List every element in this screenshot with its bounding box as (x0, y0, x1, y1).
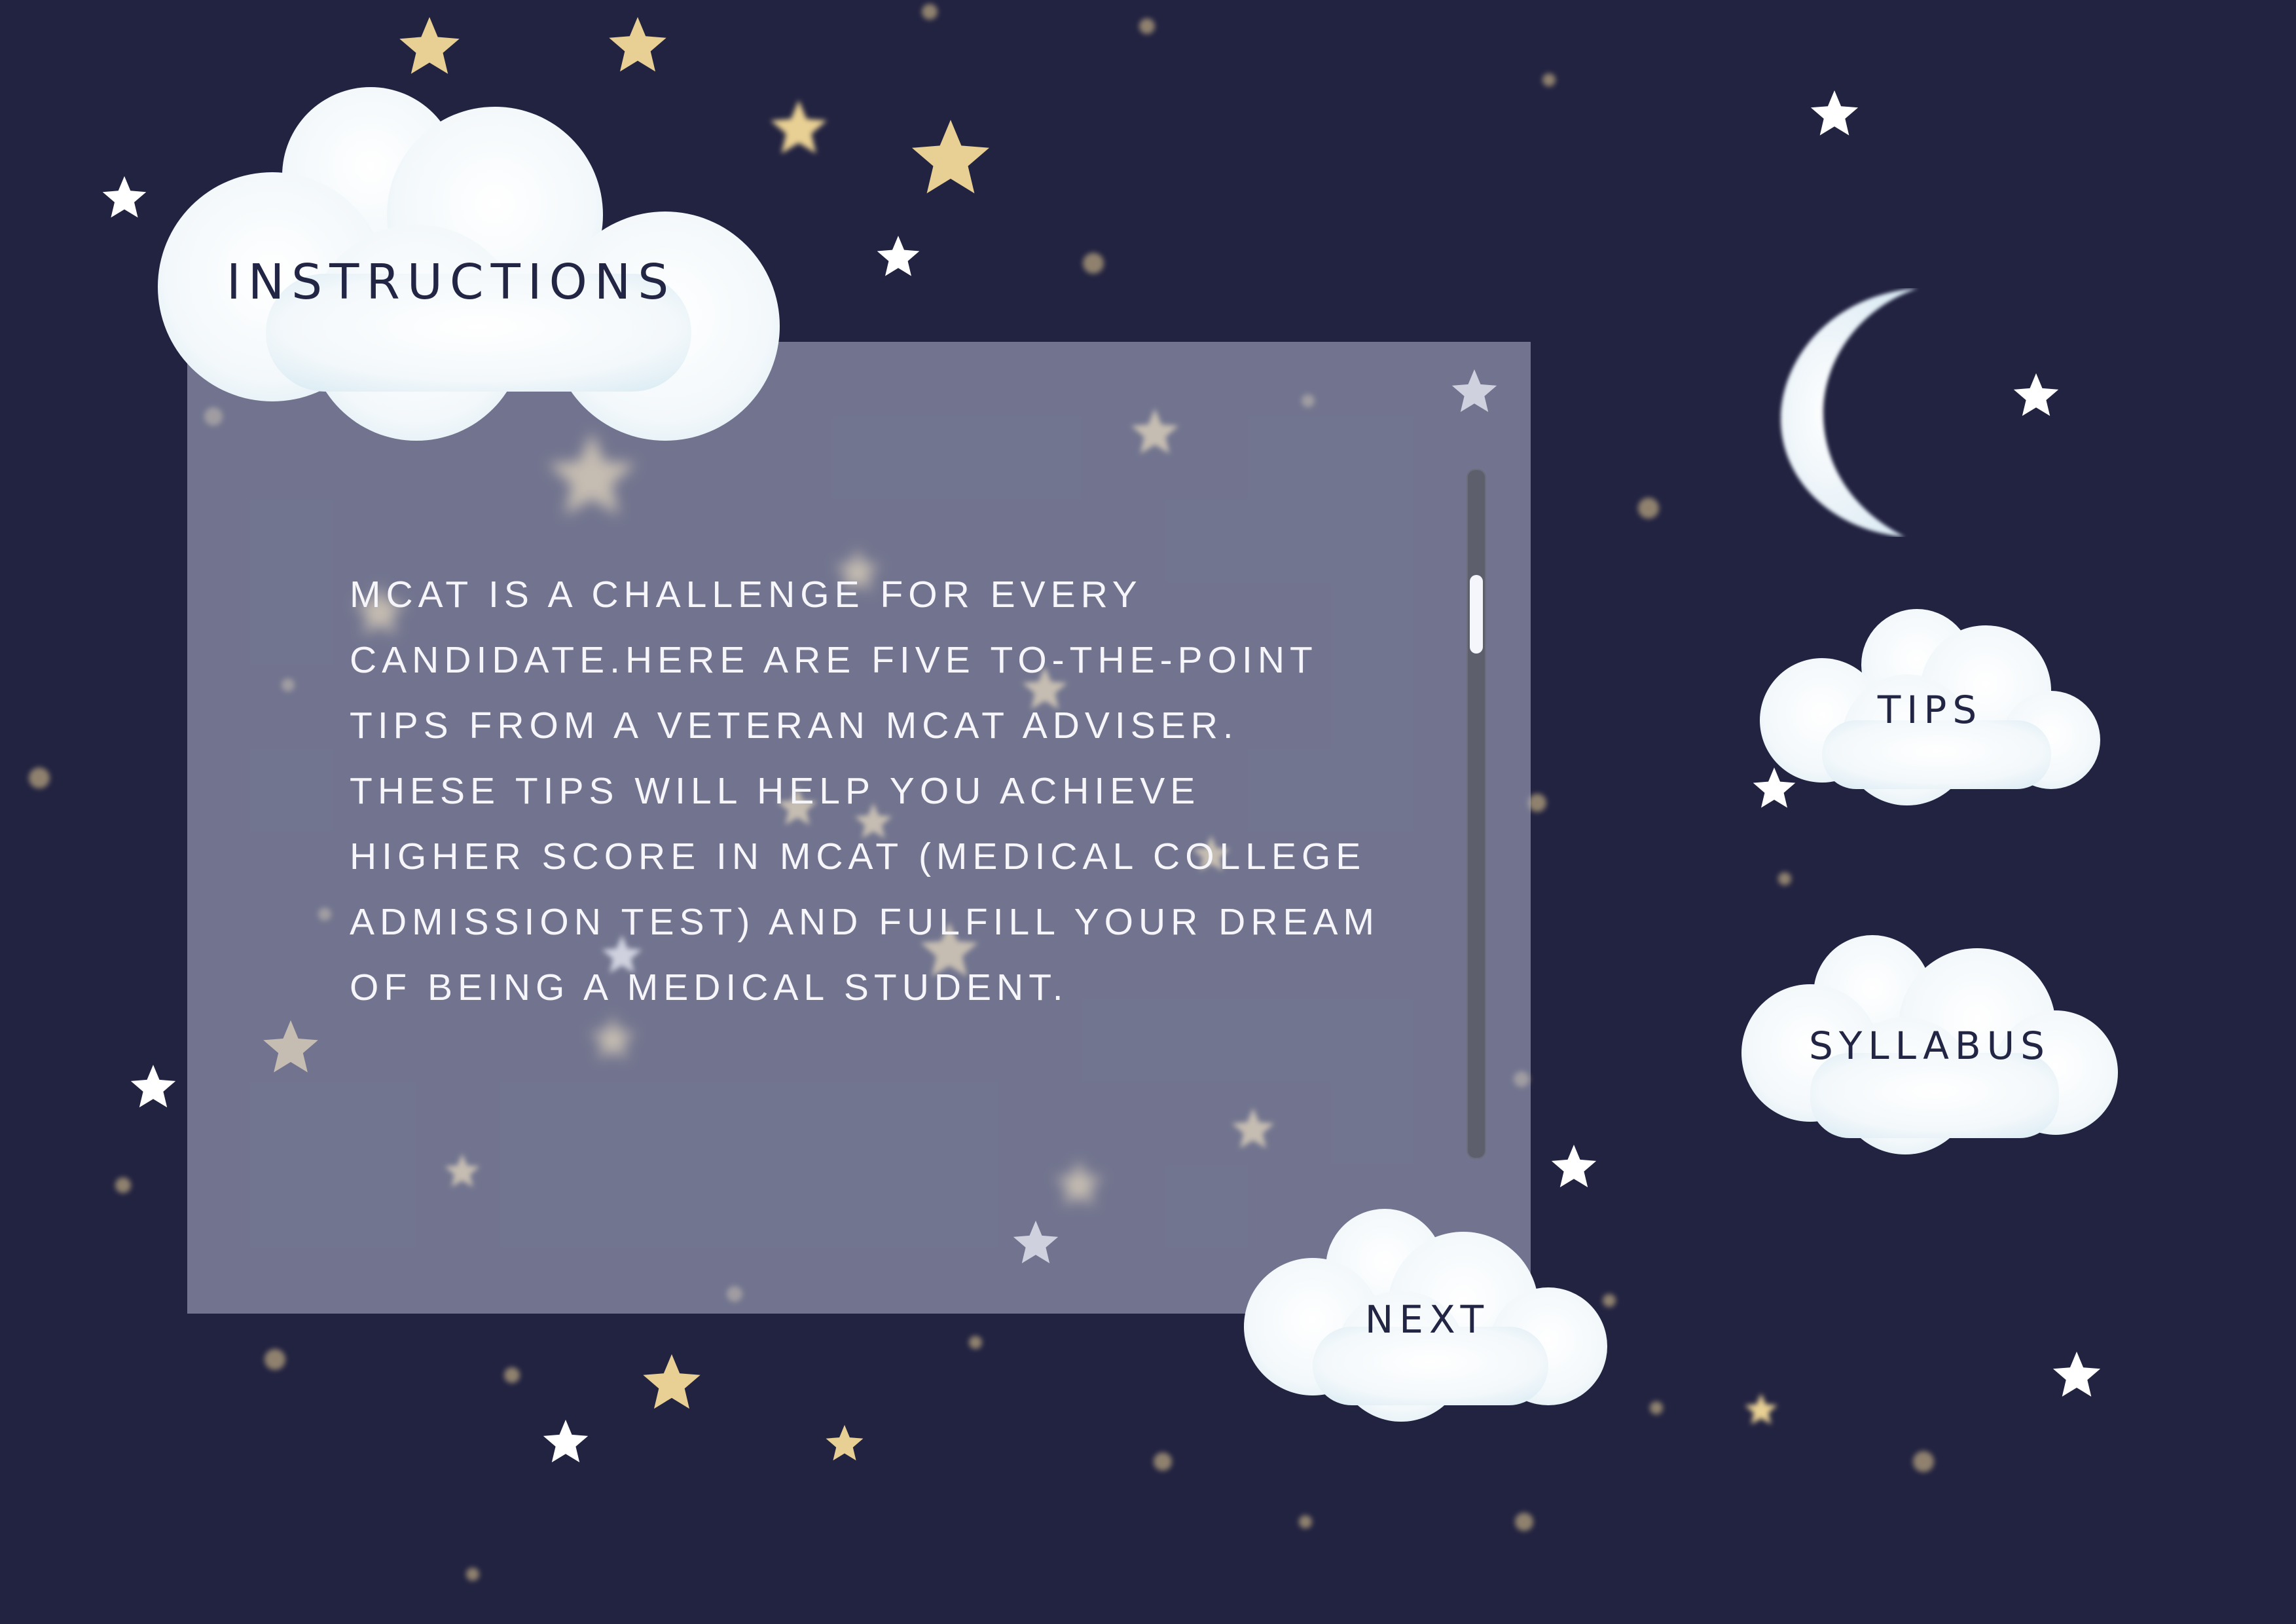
star-icon (2013, 373, 2059, 416)
star-icon (399, 17, 460, 74)
star-dot (504, 1367, 520, 1383)
tips-label: TIPS (1877, 688, 1983, 732)
star-dot (1083, 253, 1104, 274)
star-dot (1650, 1401, 1663, 1414)
star-dot (1154, 1452, 1172, 1471)
star-dot (969, 1336, 982, 1349)
tips-button[interactable]: TIPS (1760, 609, 2100, 805)
star-icon (102, 176, 147, 218)
page-title: INSTRUCTIONS (227, 254, 676, 310)
star-icon (912, 120, 989, 194)
star-dot (1528, 794, 1546, 812)
star-dot (922, 4, 938, 20)
title-cloud: INSTRUCTIONS (155, 77, 783, 444)
scrollbar-thumb[interactable] (1470, 575, 1483, 654)
star-dot (1299, 1515, 1312, 1528)
scrollbar-track[interactable] (1467, 469, 1486, 1159)
instructions-text: MCAT IS A CHALLENGE FOR EVERY CANDIDATE.… (350, 574, 1380, 1008)
star-dot (1638, 498, 1659, 519)
star-icon (826, 1425, 864, 1461)
star-dot (264, 1349, 285, 1370)
star-dot (1913, 1451, 1934, 1472)
star-icon (877, 236, 920, 276)
star-icon (1810, 90, 1859, 136)
next-label: NEXT (1364, 1297, 1490, 1342)
star-dot (29, 767, 50, 788)
syllabus-button[interactable]: SYLLABUS (1741, 935, 2118, 1154)
star-dot (1778, 872, 1791, 885)
star-icon (543, 1420, 589, 1463)
star-dot (115, 1177, 131, 1193)
crescent-moon-icon (1781, 288, 1918, 537)
star-dot (1515, 1513, 1533, 1531)
star-dot (1139, 18, 1155, 34)
star-dot (1542, 73, 1556, 86)
star-dot (466, 1568, 479, 1581)
star-icon (2052, 1352, 2101, 1397)
star-icon (1551, 1145, 1597, 1188)
star-icon (130, 1065, 176, 1108)
next-button[interactable]: NEXT (1244, 1209, 1611, 1422)
syllabus-label: SYLLABUS (1809, 1024, 2050, 1068)
star-icon (609, 17, 666, 72)
star-icon (643, 1354, 701, 1409)
star-icon (1745, 1393, 1777, 1424)
